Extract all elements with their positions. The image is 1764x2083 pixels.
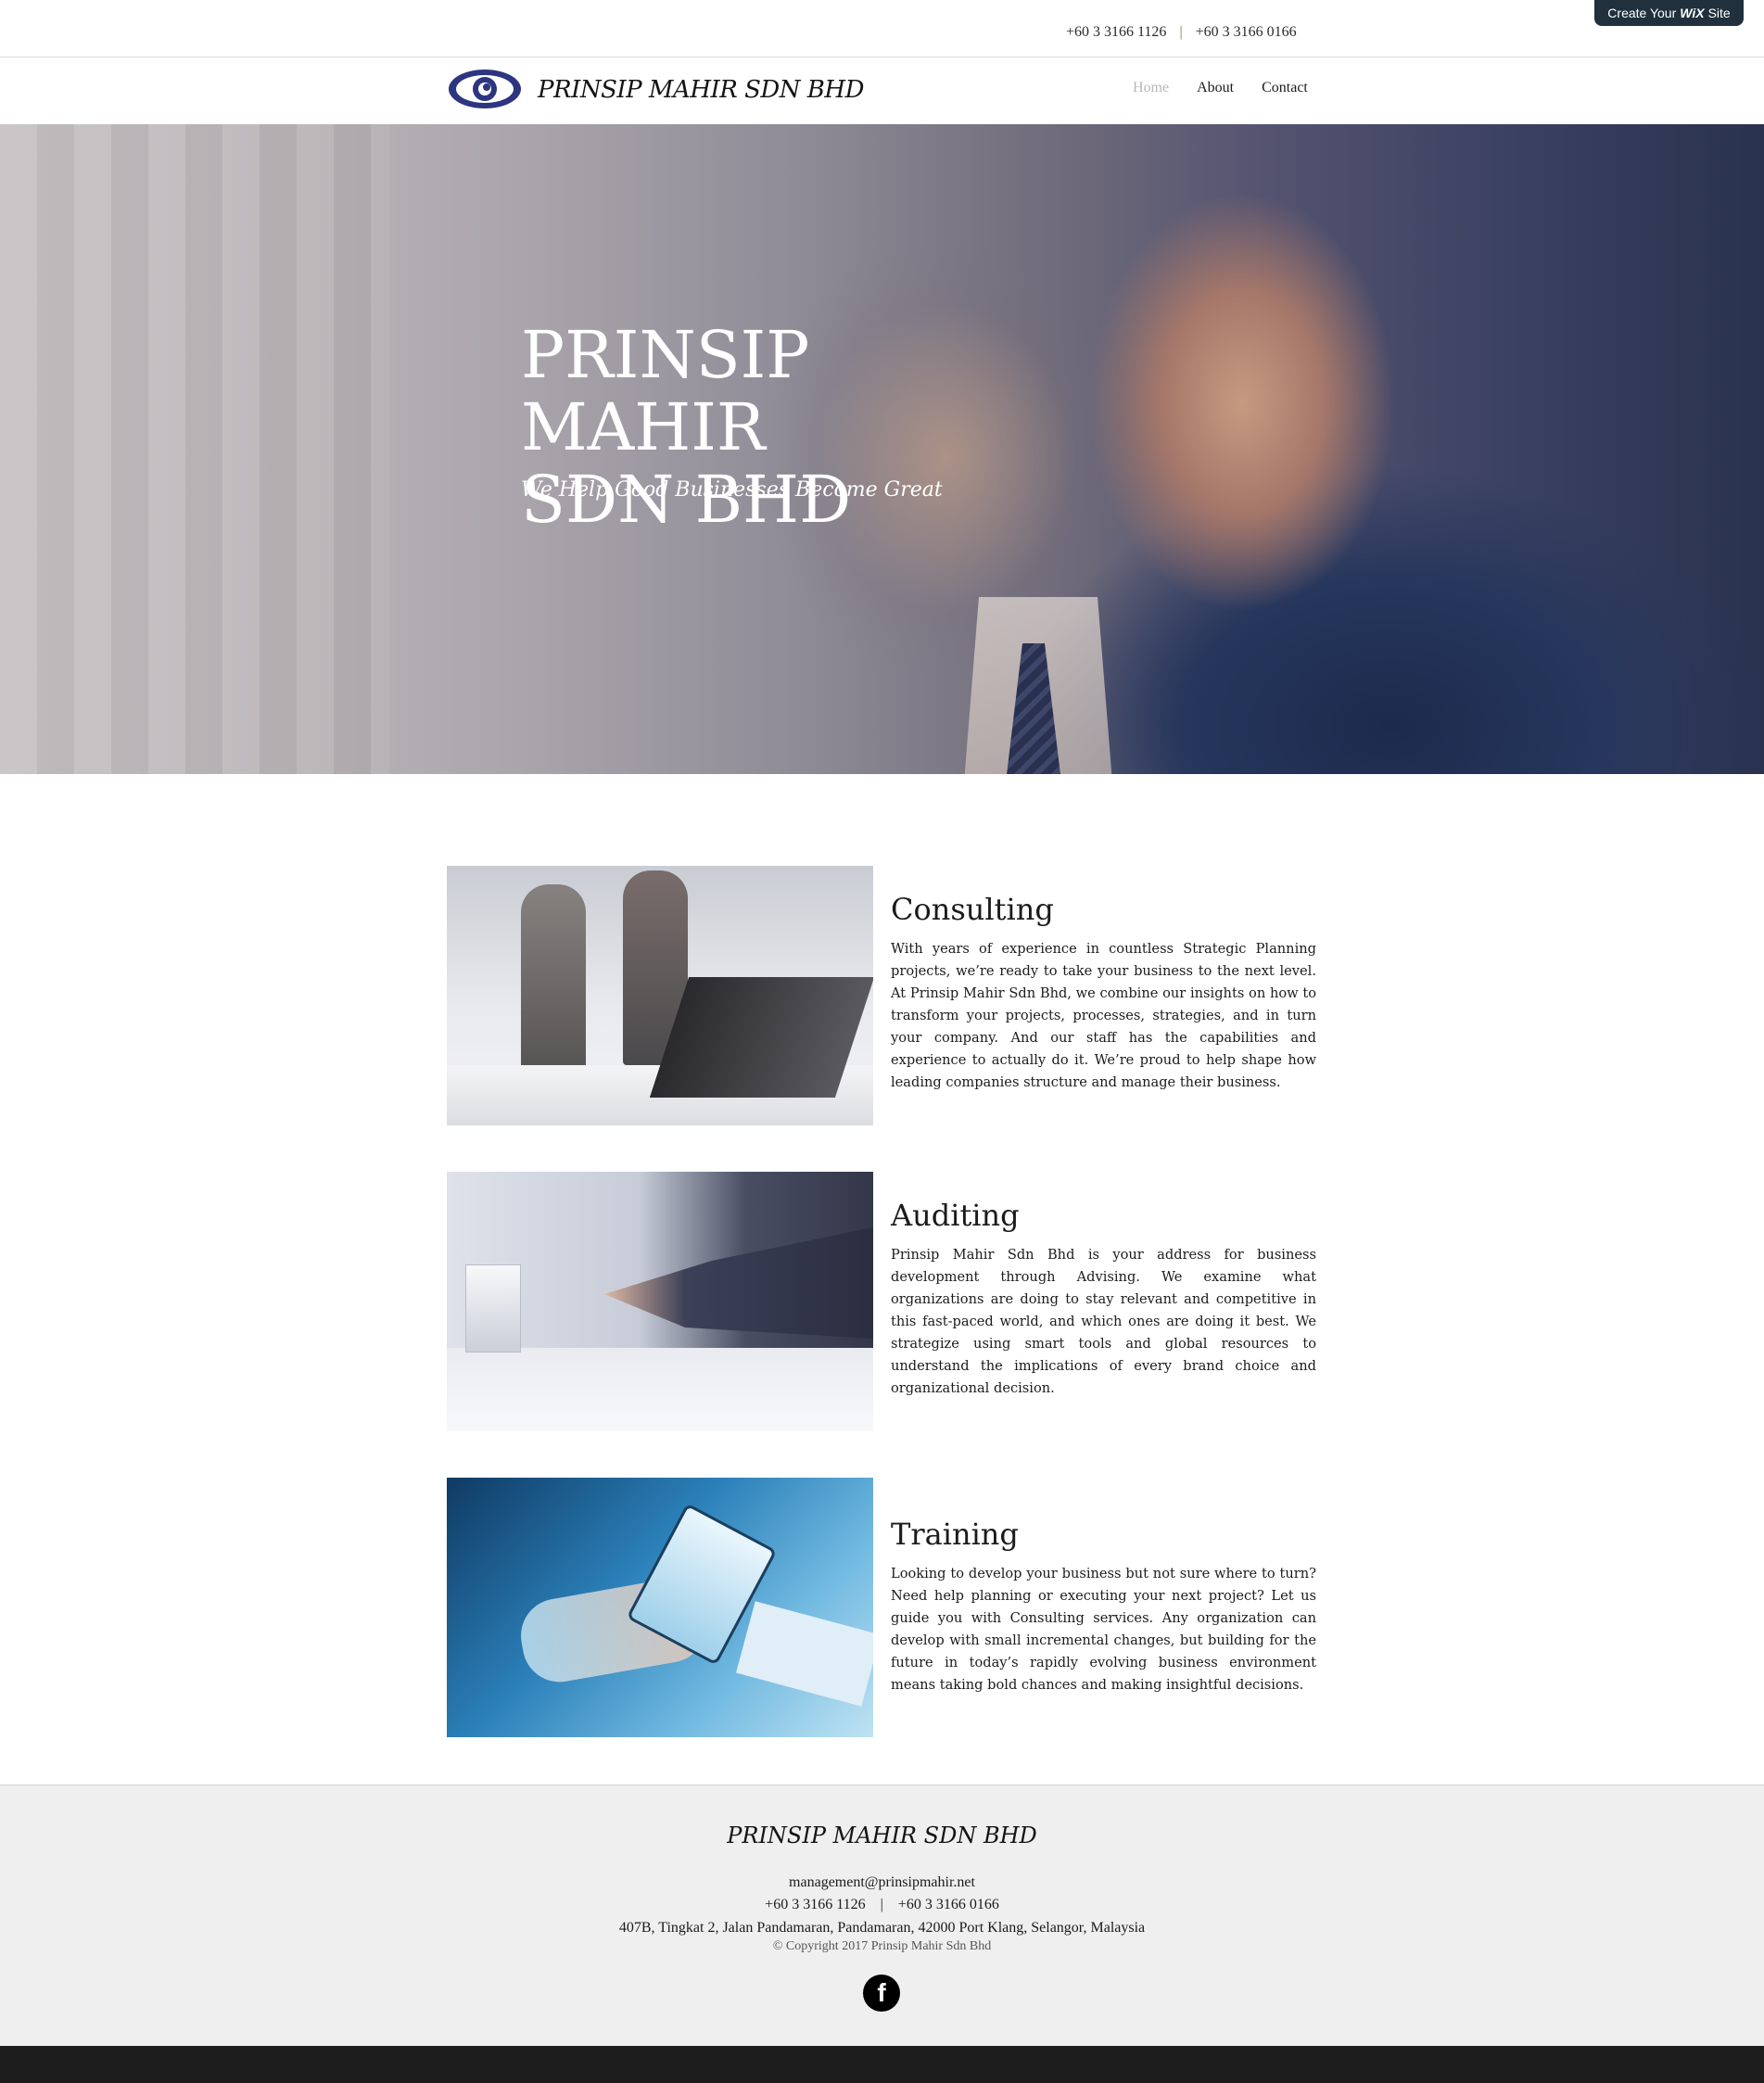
photo-table <box>447 1348 873 1431</box>
site-footer: PRINSIP MAHIR SDN BHD management@prinsip… <box>0 1785 1764 2046</box>
footer-copyright: © Copyright 2017 Prinsip Mahir Sdn Bhd <box>772 1939 992 1953</box>
hero-banner: PRINSIP MAHIR SDN BHD We Help Good Busin… <box>0 124 1764 774</box>
bottom-strip <box>0 2046 1764 2083</box>
nav-about[interactable]: About <box>1197 80 1234 96</box>
eye-logo-icon[interactable] <box>447 67 523 111</box>
photo-glass <box>465 1264 521 1353</box>
topbar-phones: +60 3 3166 1126 | +60 3 3166 0166 <box>1066 24 1297 41</box>
hero-title: PRINSIP MAHIR SDN BHD <box>521 319 1040 536</box>
auditing-text: Prinsip Mahir Sdn Bhd is your address fo… <box>891 1247 1316 1396</box>
site-header: PRINSIP MAHIR SDN BHD Home About Contact <box>0 57 1764 124</box>
footer-email[interactable]: management@prinsipmahir.net <box>0 1874 1764 1891</box>
brand-name[interactable]: PRINSIP MAHIR SDN BHD <box>538 76 864 104</box>
top-contact-bar: +60 3 3166 1126 | +60 3 3166 0166 <box>0 0 1764 57</box>
service-consulting: Consulting With years of experience in c… <box>447 866 1318 1125</box>
consulting-title: Consulting <box>891 892 1054 927</box>
service-auditing: Auditing Prinsip Mahir Sdn Bhd is your a… <box>447 1172 1318 1431</box>
main-nav: Home About Contact <box>1133 80 1308 96</box>
nav-contact[interactable]: Contact <box>1262 80 1308 96</box>
auditing-photo <box>447 1172 873 1431</box>
hero-subtitle: We Help Good Businesses Become Great <box>521 478 943 502</box>
nav-home[interactable]: Home <box>1133 80 1169 96</box>
photo-arm-pen <box>604 1227 873 1339</box>
auditing-title: Auditing <box>891 1198 1020 1233</box>
consulting-photo <box>447 866 873 1125</box>
photo-person-left <box>521 884 586 1070</box>
phone-separator: | <box>1179 24 1183 40</box>
photo-laptop <box>649 977 873 1098</box>
phone-2[interactable]: +60 3 3166 0166 <box>1196 24 1297 41</box>
service-training: Training Looking to develop your busines… <box>447 1478 1318 1737</box>
training-title: Training <box>891 1517 1019 1552</box>
consulting-text: With years of experience in countless St… <box>891 941 1316 1090</box>
facebook-icon[interactable]: f <box>863 1975 900 2012</box>
footer-address: 407B, Tingkat 2, Jalan Pandamaran, Panda… <box>618 1920 1146 1936</box>
phone-1[interactable]: +60 3 3166 1126 <box>1066 24 1166 41</box>
photo-paper <box>736 1601 873 1707</box>
training-text: Looking to develop your business but not… <box>891 1566 1316 1693</box>
hero-title-line-1: PRINSIP MAHIR <box>521 317 810 465</box>
footer-brand: PRINSIP MAHIR SDN BHD <box>727 1823 1037 1848</box>
training-photo <box>447 1478 873 1737</box>
footer-phones: +60 3 3166 1126 | +60 3 3166 0166 <box>765 1897 999 1912</box>
